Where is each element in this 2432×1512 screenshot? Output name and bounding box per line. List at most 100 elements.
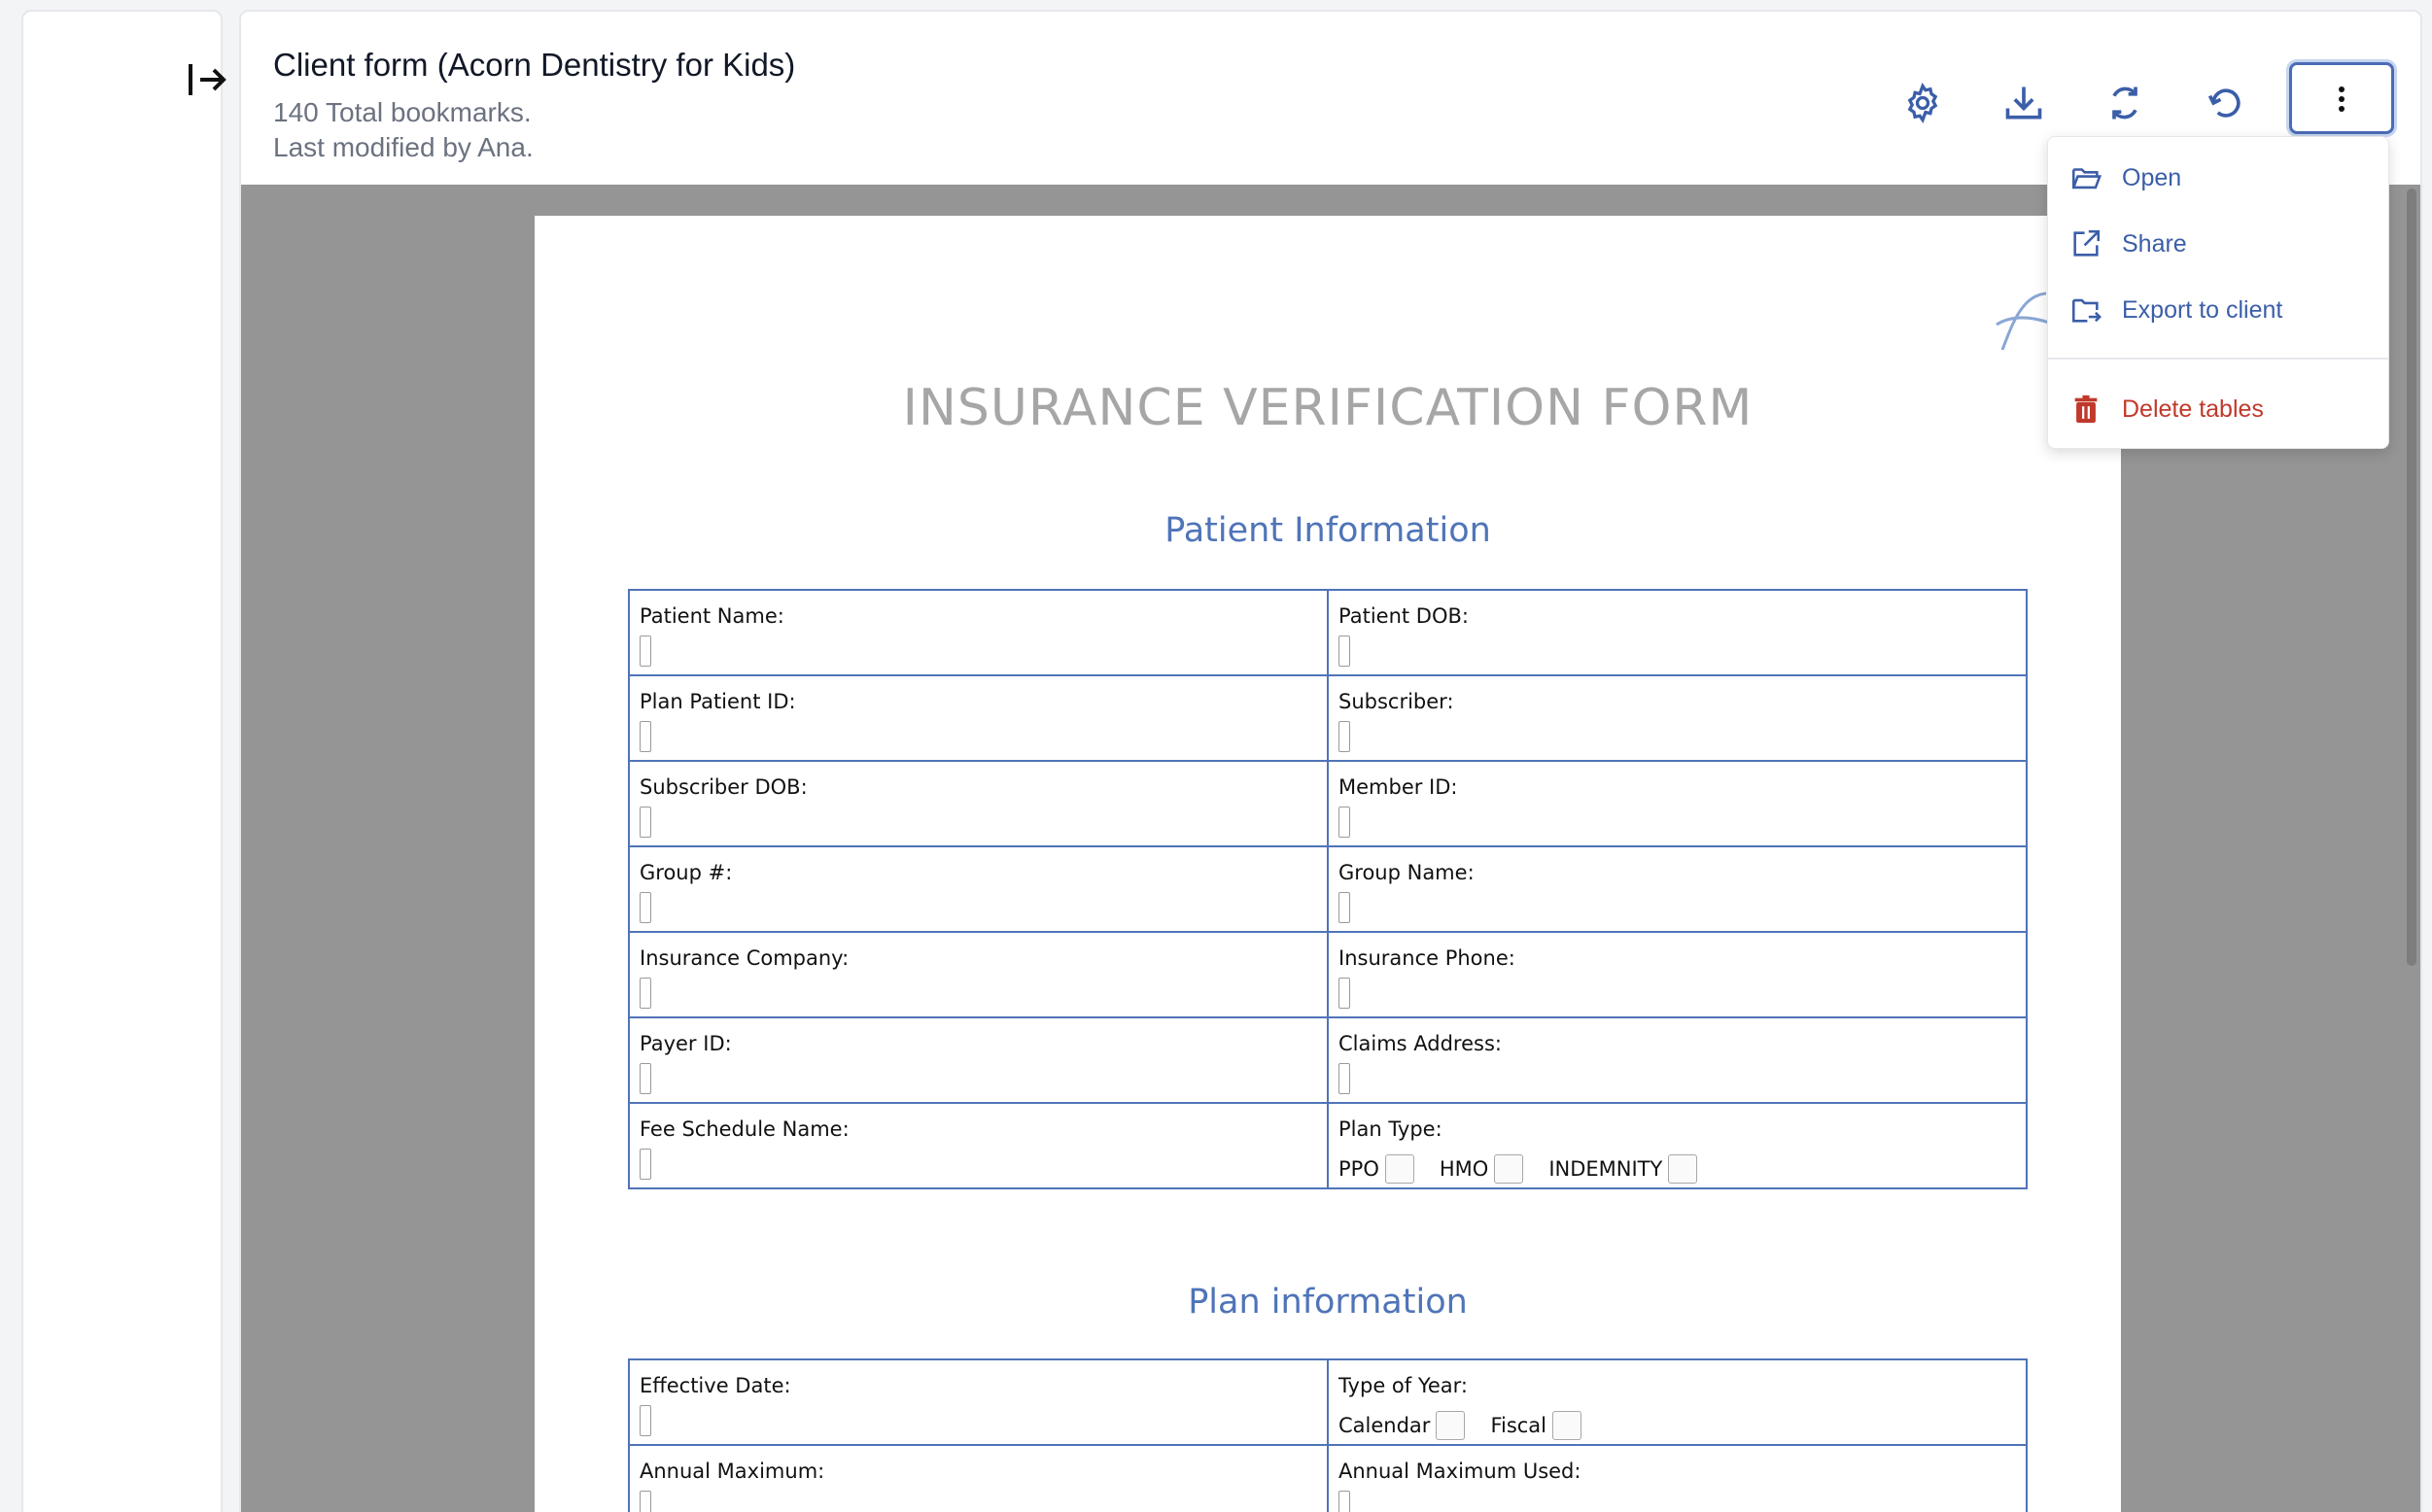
text-field[interactable] bbox=[640, 1063, 651, 1094]
table-row: Patient Name: Patient DOB: bbox=[630, 591, 2028, 676]
menu-item-share[interactable]: Share bbox=[2048, 215, 2388, 273]
table-cell[interactable]: Claims Address: bbox=[1329, 1018, 2028, 1104]
field-label: Insurance Company: bbox=[640, 946, 850, 970]
table-cell[interactable]: Patient Name: bbox=[630, 591, 1329, 676]
table-cell: Plan Type: PPO HMO INDEMNITY bbox=[1329, 1104, 2028, 1189]
patient-info-table: Patient Name: Patient DOB: Plan Patient … bbox=[628, 589, 2028, 1189]
sync-icon[interactable] bbox=[2103, 82, 2146, 124]
form-page: INSURANCE VERIFICATION FORM Patient Info… bbox=[535, 216, 2121, 1512]
text-field[interactable] bbox=[1338, 1063, 1350, 1094]
text-field[interactable] bbox=[640, 978, 651, 1009]
option-label: PPO bbox=[1338, 1157, 1379, 1181]
download-icon[interactable] bbox=[2002, 82, 2045, 124]
table-cell: Type of Year: Calendar Fiscal bbox=[1329, 1360, 2028, 1446]
table-cell[interactable]: Subscriber: bbox=[1329, 676, 2028, 762]
field-label: Fee Schedule Name: bbox=[640, 1117, 850, 1141]
indemnity-checkbox[interactable] bbox=[1668, 1154, 1698, 1184]
text-field[interactable] bbox=[640, 892, 651, 923]
menu-item-label: Share bbox=[2122, 229, 2187, 258]
document-title: Client form (Acorn Dentistry for Kids) bbox=[273, 47, 796, 83]
text-field[interactable] bbox=[640, 1149, 651, 1180]
table-row: Effective Date: Type of Year: Calendar F… bbox=[630, 1360, 2028, 1446]
viewer-scrollbar[interactable] bbox=[2407, 189, 2416, 966]
more-options-button[interactable] bbox=[2289, 62, 2394, 134]
more-vertical-icon bbox=[2339, 86, 2345, 112]
field-label: Effective Date: bbox=[640, 1374, 791, 1397]
plan-info-table: Effective Date: Type of Year: Calendar F… bbox=[628, 1358, 2028, 1512]
table-row: Subscriber DOB: Member ID: bbox=[630, 762, 2028, 847]
menu-item-label: Export to client bbox=[2122, 295, 2283, 324]
fiscal-checkbox[interactable] bbox=[1552, 1411, 1582, 1440]
field-label: Group #: bbox=[640, 861, 733, 884]
text-field[interactable] bbox=[640, 636, 651, 667]
table-cell[interactable]: Plan Patient ID: bbox=[630, 676, 1329, 762]
text-field[interactable] bbox=[1338, 807, 1350, 838]
table-cell[interactable]: Fee Schedule Name: bbox=[630, 1104, 1329, 1189]
undo-icon[interactable] bbox=[2205, 82, 2247, 124]
patient-section-title: Patient Information bbox=[1164, 511, 1491, 550]
folder-open-icon bbox=[2071, 168, 2102, 189]
menu-item-delete-tables[interactable]: Delete tables bbox=[2048, 380, 2388, 438]
table-cell[interactable]: Insurance Phone: bbox=[1329, 933, 2028, 1018]
trash-icon bbox=[2074, 395, 2098, 424]
option-label: Calendar bbox=[1338, 1414, 1431, 1437]
bookmark-count: 140 Total bookmarks. bbox=[273, 97, 532, 127]
gear-icon[interactable] bbox=[1901, 82, 1944, 124]
brand-logo bbox=[1996, 292, 2050, 351]
menu-divider bbox=[2048, 358, 2388, 360]
table-cell[interactable]: Payer ID: bbox=[630, 1018, 1329, 1104]
table-row: Group #: Group Name: bbox=[630, 847, 2028, 933]
menu-item-label: Delete tables bbox=[2122, 395, 2264, 423]
last-modified: Last modified by Ana. bbox=[273, 132, 534, 162]
plan-section-title: Plan information bbox=[1188, 1283, 1468, 1322]
table-row: Plan Patient ID: Subscriber: bbox=[630, 676, 2028, 762]
field-label: Member ID: bbox=[1338, 775, 1458, 799]
field-label: Payer ID: bbox=[640, 1032, 732, 1055]
field-label: Annual Maximum: bbox=[640, 1460, 825, 1483]
plan-type-options: PPO HMO INDEMNITY bbox=[1338, 1154, 1722, 1184]
text-field[interactable] bbox=[640, 807, 651, 838]
text-field[interactable] bbox=[640, 1405, 651, 1436]
field-label: Subscriber: bbox=[1338, 690, 1454, 713]
field-label: Insurance Phone: bbox=[1338, 946, 1515, 970]
field-label: Patient DOB: bbox=[1338, 604, 1469, 628]
table-row: Payer ID: Claims Address: bbox=[630, 1018, 2028, 1104]
field-label: Plan Patient ID: bbox=[640, 690, 796, 713]
more-options-menu: Open Share Export to client Delete table… bbox=[2047, 136, 2389, 449]
calendar-checkbox[interactable] bbox=[1436, 1411, 1466, 1440]
menu-item-export[interactable]: Export to client bbox=[2048, 281, 2388, 339]
text-field[interactable] bbox=[1338, 892, 1350, 923]
option-label: HMO bbox=[1439, 1157, 1489, 1181]
menu-item-open[interactable]: Open bbox=[2048, 149, 2388, 207]
table-cell[interactable]: Subscriber DOB: bbox=[630, 762, 1329, 847]
table-row: Insurance Company: Insurance Phone: bbox=[630, 933, 2028, 1018]
year-type-options: Calendar Fiscal bbox=[1338, 1411, 1607, 1440]
field-label: Claims Address: bbox=[1338, 1032, 1502, 1055]
field-label: Plan Type: bbox=[1338, 1117, 1442, 1141]
table-cell[interactable]: Effective Date: bbox=[630, 1360, 1329, 1446]
table-cell[interactable]: Group #: bbox=[630, 847, 1329, 933]
table-cell[interactable]: Group Name: bbox=[1329, 847, 2028, 933]
left-sidebar bbox=[21, 10, 226, 1512]
hmo-checkbox[interactable] bbox=[1494, 1154, 1524, 1184]
ppo-checkbox[interactable] bbox=[1384, 1154, 1414, 1184]
table-cell[interactable]: Annual Maximum Used: bbox=[1329, 1446, 2028, 1512]
field-label: Patient Name: bbox=[640, 604, 784, 628]
text-field[interactable] bbox=[1338, 1491, 1350, 1512]
text-field[interactable] bbox=[1338, 978, 1350, 1009]
text-field[interactable] bbox=[1338, 721, 1350, 752]
menu-item-label: Open bbox=[2122, 163, 2182, 191]
table-cell[interactable]: Patient DOB: bbox=[1329, 591, 2028, 676]
expand-panel-icon[interactable] bbox=[187, 60, 229, 99]
field-label: Group Name: bbox=[1338, 861, 1475, 884]
text-field[interactable] bbox=[640, 721, 651, 752]
table-cell[interactable]: Annual Maximum: bbox=[630, 1446, 1329, 1512]
text-field[interactable] bbox=[640, 1491, 651, 1512]
table-cell[interactable]: Insurance Company: bbox=[630, 933, 1329, 1018]
table-cell[interactable]: Member ID: bbox=[1329, 762, 2028, 847]
folder-export-icon bbox=[2071, 298, 2102, 323]
text-field[interactable] bbox=[1338, 636, 1350, 667]
form-title: INSURANCE VERIFICATION FORM bbox=[902, 379, 1754, 437]
table-row: Annual Maximum: Annual Maximum Used: bbox=[630, 1446, 2028, 1512]
field-label: Annual Maximum Used: bbox=[1338, 1460, 1581, 1483]
